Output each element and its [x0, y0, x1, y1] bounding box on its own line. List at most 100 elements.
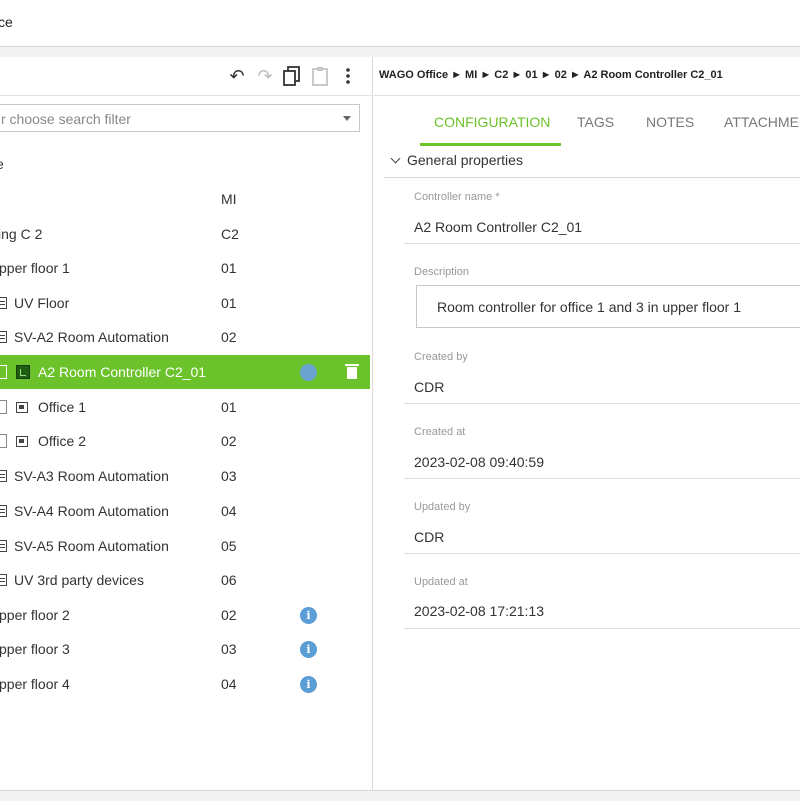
updated-at-label: Updated at: [414, 576, 468, 588]
search-input[interactable]: [0, 106, 323, 132]
tab-configuration[interactable]: CONFIGURATION: [434, 114, 550, 130]
tree-row-label: A2 Room Controller C2_01: [38, 364, 207, 380]
tree-row-code: 04: [221, 503, 237, 519]
created-by-value: CDR: [414, 379, 445, 395]
app-header: ce: [0, 0, 800, 47]
tree-row[interactable]: pper floor 4 04 i: [0, 667, 370, 701]
automation-icon: [0, 505, 7, 517]
field-underline: [404, 403, 800, 404]
checkbox[interactable]: [0, 434, 7, 448]
header-gap: [0, 47, 800, 57]
info-icon[interactable]: i: [300, 676, 317, 693]
checkbox[interactable]: [0, 365, 7, 379]
tab-attachments[interactable]: ATTACHMENTS: [724, 114, 800, 130]
tree-row-code: 01: [221, 260, 237, 276]
divider: [374, 95, 800, 96]
tree-row-selected[interactable]: A2 Room Controller C2_01: [0, 355, 370, 389]
updated-at-value: 2023-02-08 17:21:13: [414, 603, 544, 619]
tab-notes[interactable]: NOTES: [646, 114, 694, 130]
paste-icon[interactable]: [309, 65, 331, 87]
tree-row-code: C2: [221, 226, 239, 242]
tree-row[interactable]: Office 2 02: [0, 424, 370, 458]
created-at-label: Created at: [414, 426, 466, 438]
footer-strip: [0, 790, 800, 801]
description-label: Description: [414, 266, 470, 278]
floor-icon: [0, 297, 7, 309]
tree-row-label: pper floor 1: [0, 260, 70, 276]
redo-icon[interactable]: ↷: [254, 65, 276, 87]
page-title: ce: [0, 14, 13, 30]
field-underline: [404, 478, 800, 479]
tree-row[interactable]: SV-A3 Room Automation 03: [0, 459, 370, 493]
details-panel: WAGO Office ► MI ► C2 ► 01 ► 02 ► A2 Roo…: [374, 57, 800, 790]
tree-row-label: SV-A3 Room Automation: [14, 468, 169, 484]
tree-row-code: 03: [221, 468, 237, 484]
trash-icon[interactable]: [345, 364, 359, 379]
tab-tags[interactable]: TAGS: [577, 114, 614, 130]
tree-row-label: UV 3rd party devices: [14, 572, 144, 588]
search-filter-select[interactable]: [0, 104, 360, 132]
tree-row[interactable]: pper floor 2 02 i: [0, 598, 370, 632]
more-vertical-icon[interactable]: [337, 65, 359, 87]
tree-row[interactable]: SV-A5 Room Automation 05: [0, 529, 370, 563]
tree-row[interactable]: pper floor 1 01: [0, 251, 370, 285]
tree-row-label: pper floor 4: [0, 676, 70, 692]
info-icon[interactable]: i: [300, 641, 317, 658]
tree-row-label: SV-A2 Room Automation: [14, 329, 169, 345]
description-value: Room controller for office 1 and 3 in up…: [437, 299, 742, 315]
tree-column-header: e: [0, 156, 4, 172]
tree-row[interactable]: ing C 2 C2: [0, 217, 370, 251]
tree-row-label: UV Floor: [14, 295, 70, 311]
field-underline: [404, 243, 800, 244]
tree-row-code: 04: [221, 676, 237, 692]
tree-row[interactable]: Office 1 01: [0, 390, 370, 424]
divider: [384, 177, 800, 178]
controller-name-label: Controller name *: [414, 191, 500, 203]
tree-row[interactable]: UV Floor 01: [0, 286, 370, 320]
tree-row-label: ing C 2: [0, 226, 43, 242]
tree-row-label: SV-A4 Room Automation: [14, 503, 169, 519]
chevron-down-icon[interactable]: [390, 153, 401, 164]
created-by-label: Created by: [414, 351, 468, 363]
controller-icon: [16, 365, 30, 379]
section-title: General properties: [407, 152, 523, 168]
tree-row-label: SV-A5 Room Automation: [14, 538, 169, 554]
automation-icon: [0, 540, 7, 552]
room-icon: [16, 436, 28, 447]
updated-by-value: CDR: [414, 529, 445, 545]
active-tab-indicator: [420, 143, 561, 146]
tree-row[interactable]: UV 3rd party devices 06: [0, 563, 370, 597]
tree-row-code: 01: [221, 295, 237, 311]
description-field[interactable]: Room controller for office 1 and 3 in up…: [416, 285, 800, 328]
created-at-value: 2023-02-08 09:40:59: [414, 454, 544, 470]
tree-row[interactable]: SV-A4 Room Automation 04: [0, 494, 370, 528]
tree-row-code: 02: [221, 607, 237, 623]
updated-by-label: Updated by: [414, 501, 471, 513]
tree-row[interactable]: SV-A2 Room Automation 02: [0, 320, 370, 354]
tree-row-label: pper floor 3: [0, 641, 70, 657]
tree-row-label: Office 1: [38, 399, 86, 415]
field-underline: [404, 553, 800, 554]
tree-panel: ↶ ↷ e MI ing C 2 C2 pper floor 1 01 UV F…: [0, 57, 373, 790]
checkbox[interactable]: [0, 400, 7, 414]
tree-toolbar: ↶ ↷: [0, 57, 372, 96]
copy-icon[interactable]: [281, 65, 303, 87]
controller-name-field[interactable]: A2 Room Controller C2_01: [414, 219, 582, 235]
automation-icon: [0, 331, 7, 343]
automation-icon: [0, 470, 7, 482]
room-icon: [16, 402, 28, 413]
undo-icon[interactable]: ↶: [226, 65, 248, 87]
chevron-down-icon[interactable]: [343, 116, 351, 121]
tree-row-code: 03: [221, 641, 237, 657]
info-icon[interactable]: i: [300, 607, 317, 624]
breadcrumb[interactable]: WAGO Office ► MI ► C2 ► 01 ► 02 ► A2 Roo…: [379, 69, 723, 81]
tree-row-code: 02: [221, 433, 237, 449]
tree-row-code: MI: [221, 191, 237, 207]
tree-row-label: Office 2: [38, 433, 86, 449]
tree-row[interactable]: pper floor 3 03 i: [0, 632, 370, 666]
section-general-properties[interactable]: General properties: [390, 152, 523, 168]
tree-row[interactable]: MI: [0, 182, 370, 216]
tree-row-label: pper floor 2: [0, 607, 70, 623]
info-icon[interactable]: [300, 364, 317, 381]
tree-row-code: 06: [221, 572, 237, 588]
